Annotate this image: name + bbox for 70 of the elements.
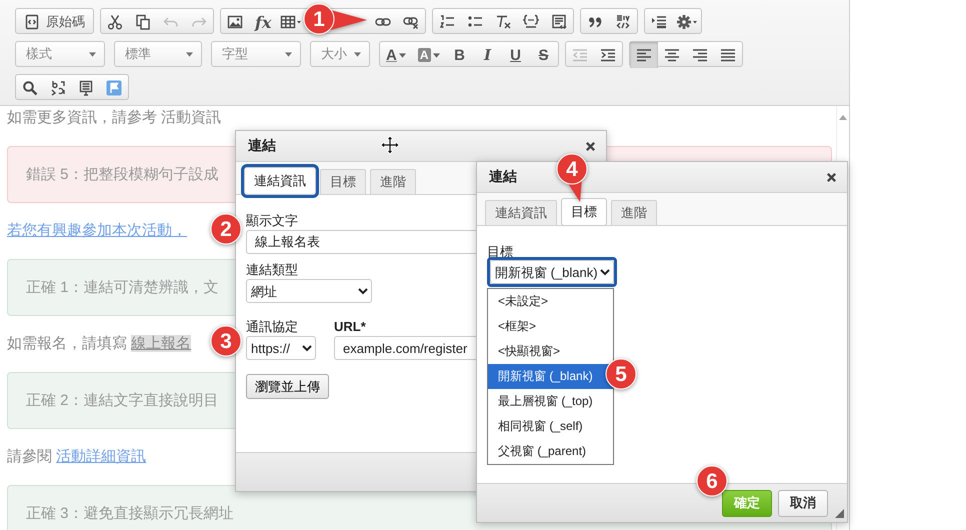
numbered-list-icon xyxy=(439,14,456,30)
dialog-title: 連結 xyxy=(489,168,517,186)
dialog-tab[interactable]: 目標 xyxy=(320,169,366,194)
format-button[interactable]: A xyxy=(380,42,412,68)
caret-icon xyxy=(354,52,361,56)
callout-badge: 6 xyxy=(696,465,728,497)
dialog-tab[interactable]: 連結資訊 xyxy=(244,167,316,195)
browse-upload-button[interactable]: 瀏覽並上傳 xyxy=(246,374,329,399)
field-label: URL* xyxy=(334,319,366,335)
dropdown-option[interactable]: <框架> xyxy=(488,314,613,339)
caret-icon xyxy=(186,52,193,56)
dialog-tab[interactable]: 進階 xyxy=(611,200,657,225)
caret-icon xyxy=(285,52,292,56)
field-label: 連結類型 xyxy=(246,262,298,278)
dropdown-option[interactable]: 最上層視窗 (_top) xyxy=(488,389,613,414)
gear-icon xyxy=(676,14,698,30)
format-dropdown[interactable]: 標準 xyxy=(114,41,202,67)
document-icon xyxy=(78,80,94,96)
close-icon[interactable] xyxy=(826,172,837,183)
dropdown-option[interactable]: 父視窗 (_parent) xyxy=(488,439,613,464)
dialog-tab[interactable]: 連結資訊 xyxy=(485,200,557,225)
justify-icon xyxy=(720,47,736,63)
dropdown-option[interactable]: 開新視窗 (_blank) xyxy=(488,364,613,389)
format-button[interactable]: A xyxy=(412,42,446,68)
dialog-tab[interactable]: 進階 xyxy=(370,169,416,194)
resize-grip-icon[interactable] xyxy=(835,509,844,518)
align-center-icon xyxy=(664,47,680,63)
dialog-title: 連結 xyxy=(248,137,276,155)
list-arrow-icon xyxy=(651,14,668,30)
flag-icon xyxy=(106,80,122,96)
close-icon[interactable] xyxy=(585,141,596,152)
target-select[interactable]: 開新視窗 (_blank) xyxy=(490,260,614,284)
outdent-icon xyxy=(572,47,588,63)
align-right-icon xyxy=(692,47,708,63)
paragraph-text: 如需更多資訊，請參考 活動資訊 xyxy=(7,108,222,128)
protocol-select[interactable]: https:// xyxy=(246,336,316,360)
field-label: 通訊協定 xyxy=(246,319,298,335)
replace-icon xyxy=(50,80,66,96)
indent-icon xyxy=(600,47,616,63)
format-dropdown[interactable]: 字型 xyxy=(211,41,301,67)
div-container-icon xyxy=(615,14,632,30)
link-type-select[interactable]: 網址 xyxy=(246,279,372,303)
callout-badge: 2 xyxy=(210,213,242,245)
scissors-icon xyxy=(107,14,123,30)
callout-badge: 3 xyxy=(210,325,242,357)
template-icon xyxy=(551,14,568,30)
caret-icon xyxy=(398,52,406,58)
cancel-button[interactable]: 取消 xyxy=(778,490,828,516)
toolbar-button[interactable] xyxy=(630,42,658,68)
dialog-tab[interactable]: 目標 xyxy=(561,198,607,226)
code-document-icon xyxy=(24,14,40,30)
clear-format-icon xyxy=(495,14,512,30)
caret-icon xyxy=(432,52,440,58)
code-block-icon xyxy=(523,14,540,30)
search-icon xyxy=(22,80,38,96)
format-button[interactable]: B xyxy=(446,42,474,68)
field-label: 顯示文字 xyxy=(246,213,298,229)
table-icon xyxy=(280,14,302,30)
caret-icon xyxy=(89,52,96,56)
format-button[interactable]: I xyxy=(474,42,502,68)
dropdown-option[interactable]: <未設定> xyxy=(488,289,613,314)
callout-badge: 1 xyxy=(303,3,369,35)
source-button[interactable]: 原始碼 xyxy=(16,9,93,35)
callout-badge: 5 xyxy=(605,358,637,390)
image-icon xyxy=(227,14,243,30)
copy-icon xyxy=(135,14,151,30)
format-button[interactable]: fx xyxy=(249,9,278,35)
format-button[interactable]: U xyxy=(502,42,530,68)
format-button[interactable]: S xyxy=(530,42,558,68)
align-left-icon xyxy=(636,47,652,63)
